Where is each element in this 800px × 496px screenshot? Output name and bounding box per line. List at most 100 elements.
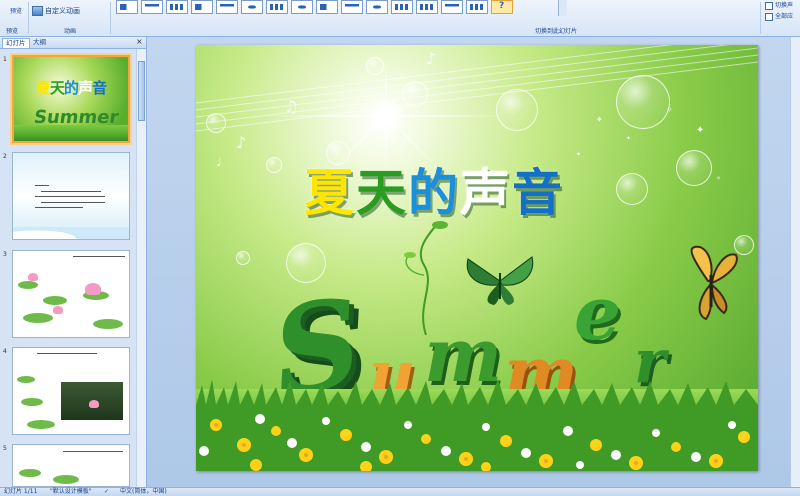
sound-icon xyxy=(765,1,773,10)
transition-option[interactable] xyxy=(216,0,238,14)
close-icon[interactable]: × xyxy=(136,37,143,46)
sun-glow xyxy=(366,95,406,135)
ribbon-divider xyxy=(760,2,761,34)
sparkle-icon: ✦ xyxy=(576,151,582,158)
bubble xyxy=(266,157,282,173)
sparkle-icon: ✦ xyxy=(696,125,705,136)
lotus-flower xyxy=(28,273,38,281)
main-slide[interactable]: ♪ ♫ ♪ ♩ ✦ ✦ ✧ ✦ ✦ ✧ 夏天的声音 S u m m e r xyxy=(196,45,758,471)
lotus-leaf xyxy=(17,376,35,383)
thumb-text-line xyxy=(35,196,105,197)
title-char: 夏 xyxy=(304,164,356,222)
transition-option[interactable] xyxy=(366,0,388,14)
transition-option[interactable] xyxy=(341,0,363,14)
music-staff-line xyxy=(196,45,758,113)
transition-sound-option[interactable]: 切换声 xyxy=(765,0,793,11)
slide-number: 5 xyxy=(3,445,7,452)
music-note-icon: ♫ xyxy=(284,97,299,116)
sparkle-icon: ✧ xyxy=(666,105,673,114)
thumb-text-line xyxy=(63,451,123,452)
thumb-text-line xyxy=(73,256,125,257)
preview-button[interactable]: 预览 xyxy=(4,1,24,23)
thumb-text-line xyxy=(41,202,105,203)
transition-sound-label: 切换声 xyxy=(775,2,794,9)
ribbon-divider xyxy=(28,2,29,34)
bubble xyxy=(616,173,648,205)
transition-option[interactable] xyxy=(466,0,488,14)
apply-all-label: 全部应 xyxy=(775,13,794,20)
sparkle-icon: ✦ xyxy=(626,135,632,142)
thumb-text-line xyxy=(41,191,101,192)
ribbon: 预览 预览 自定义动画 动画 切换到此幻灯片 切换声 全部应 xyxy=(0,0,800,37)
thumb-grass xyxy=(14,125,128,141)
animation-group-label: 动画 xyxy=(64,28,77,35)
custom-animation-icon xyxy=(32,6,43,16)
music-note-icon: ♪ xyxy=(236,133,247,152)
transition-option[interactable] xyxy=(391,0,413,14)
transition-option[interactable] xyxy=(116,0,138,14)
summer-letter: e xyxy=(574,271,622,357)
title-char: 天 xyxy=(356,164,408,222)
slide-thumbnail-2[interactable] xyxy=(12,152,130,240)
lotus-flower xyxy=(85,283,101,295)
slide-thumbnail-4[interactable] xyxy=(12,347,130,435)
lotus-leaf xyxy=(27,420,55,429)
slide-thumbnail-3[interactable] xyxy=(12,250,130,338)
lotus-leaf xyxy=(19,469,41,477)
lotus-leaf xyxy=(43,296,67,305)
gallery-more-button[interactable] xyxy=(558,0,567,16)
slide-thumbnail-1[interactable]: 夏天的声音 Summer xyxy=(12,55,130,143)
lotus-leaf xyxy=(23,313,53,323)
slide-number: 2 xyxy=(3,153,7,160)
bubble xyxy=(366,57,384,75)
flowers-field xyxy=(196,379,758,471)
transition-option[interactable] xyxy=(316,0,338,14)
slide-thumbnail-5[interactable] xyxy=(12,444,130,487)
transition-option[interactable] xyxy=(441,0,463,14)
thumb-text-line xyxy=(37,353,97,354)
transition-option[interactable] xyxy=(291,0,313,14)
slides-panel: 幻灯片 大纲 × 1 夏天的声音 Summer 2 3 4 5 xyxy=(0,37,147,487)
transition-option[interactable] xyxy=(241,0,263,14)
transition-option[interactable] xyxy=(166,0,188,14)
preview-label: 预览 xyxy=(10,8,23,15)
panel-tab-strip: 幻灯片 大纲 × xyxy=(0,37,146,49)
lotus-leaf xyxy=(21,398,43,406)
bubble xyxy=(402,81,428,107)
bubble xyxy=(676,150,712,186)
sparkle-icon: ✦ xyxy=(596,115,603,124)
transition-option[interactable] xyxy=(141,0,163,14)
slide-title[interactable]: 夏天的声音 xyxy=(304,163,564,223)
music-note-icon: ♩ xyxy=(216,155,222,169)
slides-scrollbar[interactable] xyxy=(136,49,146,487)
lotus-flower xyxy=(89,400,99,408)
scrollbar-thumb[interactable] xyxy=(138,61,145,121)
apply-all-option[interactable]: 全部应 xyxy=(765,11,793,22)
tab-slides[interactable]: 幻灯片 xyxy=(2,38,30,48)
thumb-title: 夏天的声音 xyxy=(36,79,107,97)
tab-outline[interactable]: 大纲 xyxy=(30,38,49,47)
editor-scrollbar[interactable] xyxy=(790,37,800,487)
title-char: 音 xyxy=(512,164,564,222)
lotus-flower xyxy=(53,306,63,314)
transition-option[interactable] xyxy=(416,0,438,14)
transition-option[interactable] xyxy=(191,0,213,14)
slide-number: 1 xyxy=(3,56,7,63)
apply-all-icon xyxy=(765,12,773,21)
music-note-icon: ♪ xyxy=(426,49,437,68)
lotus-leaf xyxy=(93,319,123,329)
transition-option-selected[interactable] xyxy=(491,0,513,14)
transition-option[interactable] xyxy=(266,0,288,14)
bubble xyxy=(206,113,226,133)
custom-animation-label: 自定义动画 xyxy=(45,7,80,15)
custom-animation-button[interactable]: 自定义动画 xyxy=(32,6,80,16)
slide-number: 4 xyxy=(3,348,7,355)
ribbon-divider xyxy=(110,2,111,34)
preview-group-label: 预览 xyxy=(6,28,19,35)
transition-gallery xyxy=(116,0,564,16)
bubble xyxy=(236,251,250,265)
music-staff-line xyxy=(196,45,758,120)
sparkle-icon: ✧ xyxy=(716,175,722,182)
thumb-text-line xyxy=(35,185,49,186)
bubble xyxy=(496,89,538,131)
